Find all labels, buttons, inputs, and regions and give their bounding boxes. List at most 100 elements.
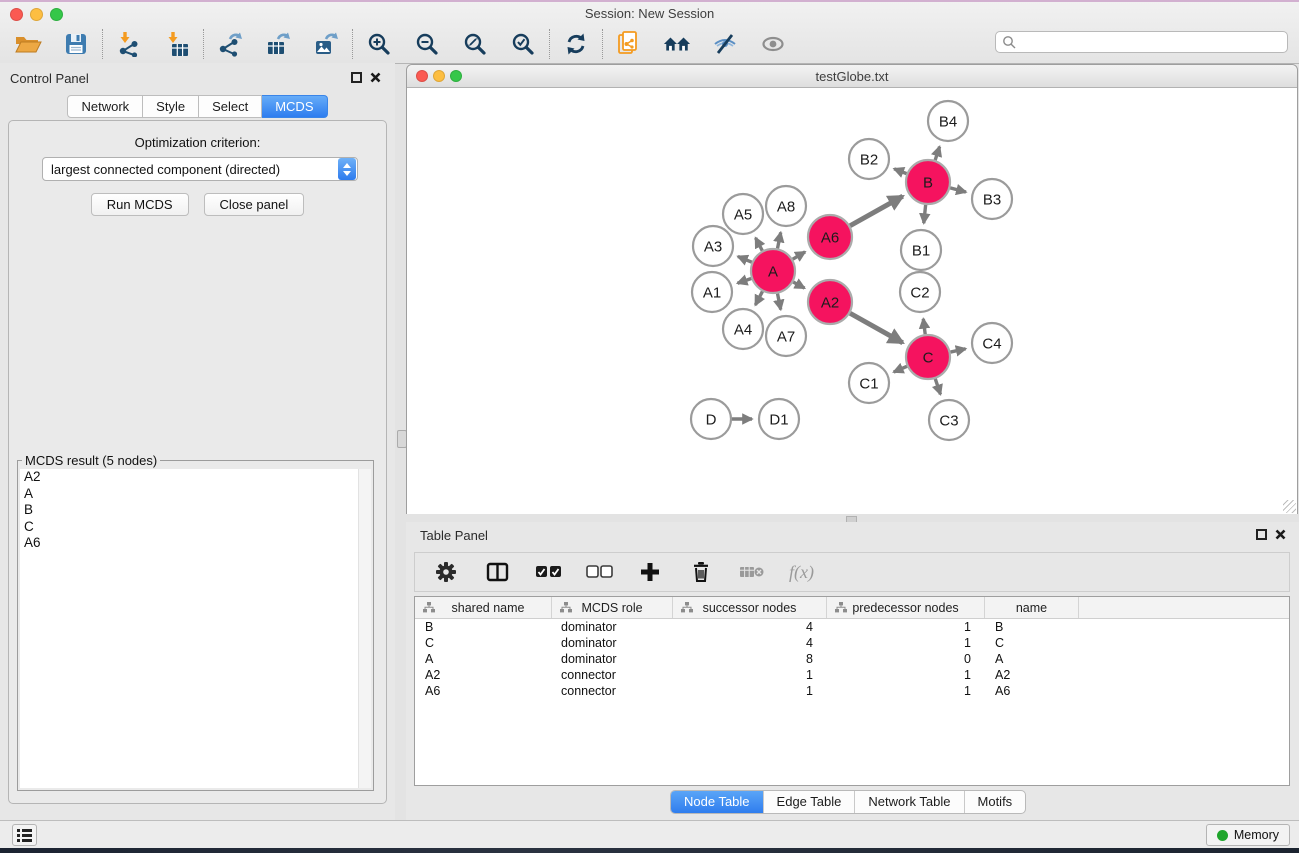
add-column-button[interactable] [636,558,664,586]
import-network-button[interactable] [115,30,143,58]
table-row[interactable]: A6 connector 1 1 A6 [415,683,1289,699]
criterion-dropdown[interactable]: largest connected component (directed) [42,157,358,181]
import-table-button[interactable] [163,30,191,58]
desktop-background [0,848,1299,853]
column-label: shared name [452,601,525,615]
column-header-predecessor-nodes[interactable]: predecessor nodes [827,597,985,618]
network-window-titlebar[interactable]: testGlobe.txt [407,65,1297,88]
memory-button[interactable]: Memory [1206,824,1290,846]
show-graphics-details-button[interactable] [759,30,787,58]
graph-edge[interactable] [850,313,903,343]
zoom-out-button[interactable] [413,30,441,58]
export-table-button[interactable] [264,30,292,58]
result-item[interactable]: A2 [20,469,371,486]
zoom-selected-icon [511,32,535,56]
tab-node-table[interactable]: Node Table [671,791,763,813]
column-header-mcds-role[interactable]: MCDS role [552,597,673,618]
hide-graphics-details-button[interactable] [711,30,739,58]
graph-edge[interactable] [935,147,939,160]
save-session-button[interactable] [62,30,90,58]
cell-name: A6 [985,684,1079,698]
checked-boxes-icon [535,565,562,579]
graph-edge[interactable] [793,282,804,288]
cell-shared-name: C [415,636,552,650]
result-item[interactable]: A [20,486,371,503]
tab-mcds[interactable]: MCDS [262,95,327,118]
zoom-fit-button[interactable] [461,30,489,58]
search-box[interactable] [995,31,1288,53]
delete-column-button[interactable] [687,558,715,586]
graph-edge[interactable] [755,291,762,305]
graph-node-label: B1 [912,242,930,259]
search-input[interactable] [1020,34,1287,51]
tab-motifs[interactable]: Motifs [964,791,1026,813]
tab-edge-table[interactable]: Edge Table [763,791,855,813]
table-row[interactable]: A2 connector 1 1 A2 [415,667,1289,683]
open-folder-icon [14,32,42,56]
new-network-from-document-button[interactable] [615,30,643,58]
toolbar-separator [602,29,603,59]
run-mcds-button[interactable]: Run MCDS [91,193,189,216]
graph-edge[interactable] [894,169,906,174]
table-settings-button[interactable] [432,558,460,586]
select-all-columns-button[interactable] [534,558,562,586]
graph-edge[interactable] [738,278,752,283]
close-panel-icon[interactable] [369,71,382,84]
function-builder-icon[interactable]: f(x) [789,562,814,583]
split-columns-button[interactable] [483,558,511,586]
result-item[interactable]: B [20,502,371,519]
console-button[interactable] [12,824,37,846]
mcds-result-list[interactable]: A2 A B C A6 [20,469,371,788]
result-item[interactable]: C [20,519,371,536]
result-item[interactable]: A6 [20,535,371,552]
tab-select[interactable]: Select [199,95,262,118]
column-label: successor nodes [703,601,797,615]
column-header-successor-nodes[interactable]: successor nodes [673,597,827,618]
tab-network[interactable]: Network [67,95,143,118]
network-canvas[interactable]: B4B2BB3A8A5A6A3B1AA1C2A2A4A7C4CC1C3DD1 [407,88,1297,514]
graph-edge[interactable] [894,366,907,372]
zoom-selected-button[interactable] [509,30,537,58]
open-session-button[interactable] [14,30,42,58]
column-header-shared-name[interactable]: shared name [415,597,552,618]
float-table-panel-icon[interactable] [1256,529,1267,540]
home-button[interactable] [663,30,691,58]
table-row[interactable]: A dominator 8 0 A [415,651,1289,667]
graph-edge[interactable] [738,256,752,262]
graph-edge[interactable] [793,252,805,259]
refresh-button[interactable] [562,30,590,58]
tab-style[interactable]: Style [143,95,199,118]
graph-edge[interactable] [778,294,781,310]
session-title: Session: New Session [0,6,1299,21]
graph-edge[interactable] [850,196,903,226]
graph-node-label: A7 [777,328,795,345]
close-panel-button[interactable]: Close panel [204,193,305,216]
table-toolbar: f(x) [414,552,1290,592]
delete-table-button[interactable] [738,558,766,586]
mcds-panel: Optimization criterion: largest connecte… [8,120,387,804]
deselect-all-columns-button[interactable] [585,558,613,586]
memory-label: Memory [1234,828,1279,842]
graph-edge[interactable] [924,205,926,223]
tab-network-table[interactable]: Network Table [854,791,963,813]
float-panel-icon[interactable] [351,72,362,83]
zoom-in-button[interactable] [365,30,393,58]
graph-edge[interactable] [778,232,781,248]
mcds-buttons-row: Run MCDS Close panel [9,193,386,216]
resize-grip-icon[interactable] [1283,500,1296,513]
export-image-button[interactable] [312,30,340,58]
result-scrollbar[interactable] [358,469,371,788]
column-header-name[interactable]: name [985,597,1079,618]
graph-edge[interactable] [756,238,763,251]
graph-edge[interactable] [935,379,940,395]
graph-node-label: D1 [769,411,788,428]
table-row[interactable]: B dominator 4 1 B [415,619,1289,635]
close-table-panel-icon[interactable] [1274,528,1287,541]
toolbar-separator [549,29,550,59]
table-row[interactable]: C dominator 4 1 C [415,635,1289,651]
graph-node-label: C2 [910,284,929,301]
graph-edge[interactable] [923,319,925,334]
graph-edge[interactable] [950,188,966,192]
graph-edge[interactable] [950,349,965,352]
export-network-button[interactable] [216,30,244,58]
